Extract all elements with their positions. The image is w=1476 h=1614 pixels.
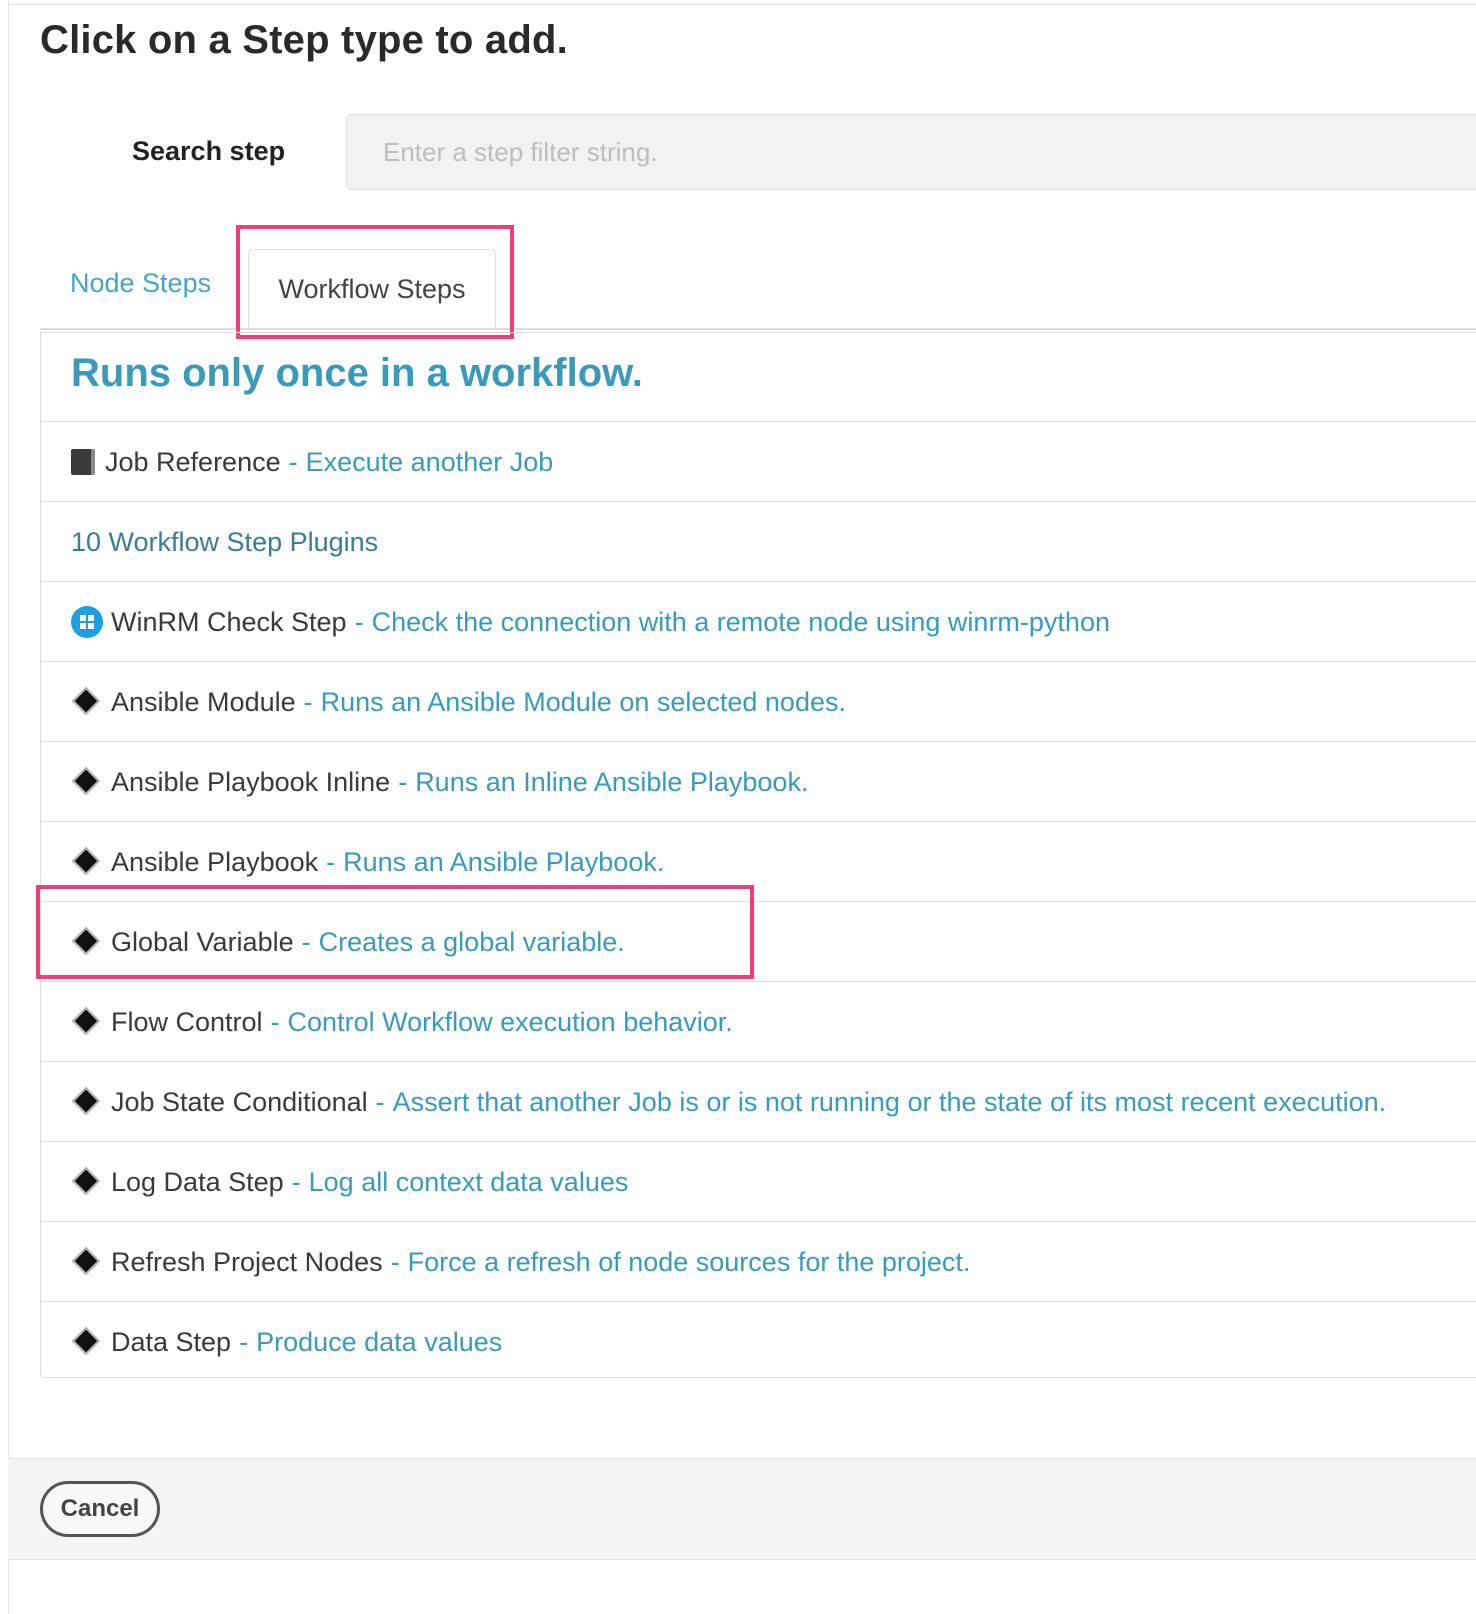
step-row-log-data[interactable]: Log Data Step - Log all context data val… (41, 1141, 1476, 1221)
step-description: Runs an Ansible Playbook. (343, 846, 665, 877)
diamond-icon (71, 1246, 103, 1278)
highlight-box-workflow-tab (236, 225, 514, 339)
step-name: Data Step (111, 1326, 232, 1357)
step-separator: - (291, 1166, 301, 1197)
step-name: Flow Control (111, 1006, 263, 1037)
step-name: Ansible Playbook Inline (111, 766, 391, 797)
step-name: Log Data Step (111, 1166, 284, 1197)
book-icon (71, 449, 95, 475)
diamond-icon (71, 1086, 103, 1118)
step-description: Runs an Inline Ansible Playbook. (415, 766, 809, 797)
step-row-refresh-project-nodes[interactable]: Refresh Project Nodes - Force a refresh … (41, 1221, 1476, 1301)
step-description: Check the connection with a remote node … (371, 606, 1110, 637)
step-row-job-reference[interactable]: Job Reference - Execute another Job (41, 421, 1476, 501)
modal-footer: Cancel (8, 1458, 1476, 1560)
step-description: Runs an Ansible Module on selected nodes… (320, 686, 846, 717)
cancel-button[interactable]: Cancel (40, 1481, 160, 1537)
step-description: Produce data values (256, 1326, 503, 1357)
step-name: Ansible Playbook (111, 846, 319, 877)
diamond-icon (71, 686, 103, 718)
plugins-count-label: 10 Workflow Step Plugins (71, 526, 379, 557)
step-separator: - (375, 1086, 385, 1117)
step-separator: - (354, 606, 364, 637)
plugins-count-row: 10 Workflow Step Plugins (41, 501, 1476, 581)
page-title: Click on a Step type to add. (40, 18, 568, 62)
panel-heading: Runs only once in a workflow. (71, 351, 643, 395)
step-name: Job Reference (105, 446, 281, 477)
step-row-data-step[interactable]: Data Step - Produce data values (41, 1301, 1476, 1381)
search-step-label: Search step (132, 136, 286, 166)
diamond-icon (71, 846, 103, 878)
step-description: Execute another Job (305, 446, 554, 477)
step-separator: - (288, 446, 298, 477)
step-description: Force a refresh of node sources for the … (407, 1246, 971, 1277)
step-name: Job State Conditional (111, 1086, 368, 1117)
step-separator: - (398, 766, 408, 797)
diamond-icon (71, 1166, 103, 1198)
step-description: Control Workflow execution behavior. (287, 1006, 733, 1037)
step-separator: - (303, 686, 313, 717)
diamond-icon (71, 1006, 103, 1038)
step-separator: - (326, 846, 336, 877)
step-description: Assert that another Job is or is not run… (392, 1086, 1387, 1117)
workflow-steps-panel: Runs only once in a workflow. Job Refere… (40, 332, 1476, 1378)
step-name: Ansible Module (111, 686, 296, 717)
step-description: Log all context data values (308, 1166, 629, 1197)
highlight-box-global-variable (36, 885, 754, 979)
step-name: Refresh Project Nodes (111, 1246, 383, 1277)
windows-icon (71, 606, 103, 638)
step-row-ansible-module[interactable]: Ansible Module - Runs an Ansible Module … (41, 661, 1476, 741)
step-separator: - (270, 1006, 280, 1037)
diamond-icon (71, 1326, 103, 1358)
step-row-ansible-playbook-inline[interactable]: Ansible Playbook Inline - Runs an Inline… (41, 741, 1476, 821)
step-row-job-state-conditional[interactable]: Job State Conditional - Assert that anot… (41, 1061, 1476, 1141)
step-row-winrm-check[interactable]: WinRM Check Step - Check the connection … (41, 581, 1476, 661)
step-separator: - (390, 1246, 400, 1277)
step-name: WinRM Check Step (111, 606, 347, 637)
step-row-flow-control[interactable]: Flow Control - Control Workflow executio… (41, 981, 1476, 1061)
step-separator: - (239, 1326, 249, 1357)
tab-node-steps[interactable]: Node Steps (70, 268, 211, 299)
diamond-icon (71, 766, 103, 798)
search-step-input[interactable] (346, 114, 1476, 190)
